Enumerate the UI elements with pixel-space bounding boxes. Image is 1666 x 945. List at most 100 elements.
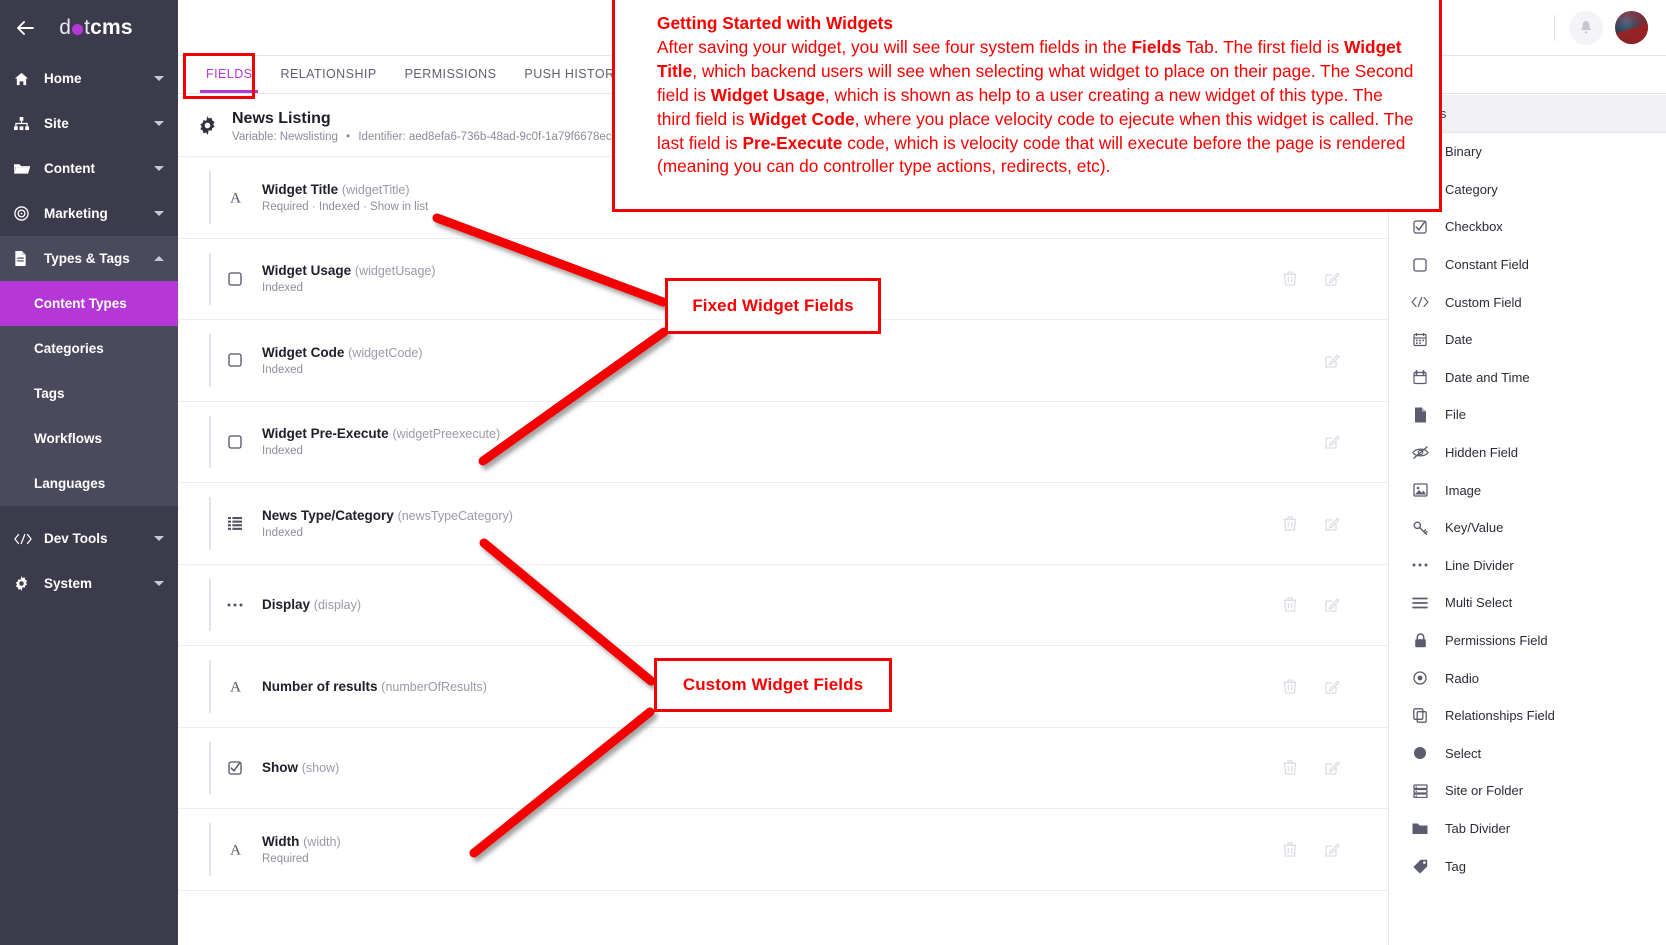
edit-icon[interactable] <box>1324 434 1340 450</box>
back-arrow-icon[interactable] <box>14 17 36 39</box>
edit-icon[interactable] <box>1324 678 1340 694</box>
field-variable: (numberOfResults) <box>381 679 487 694</box>
field-name-label: News Type/Category <box>262 507 394 523</box>
field-type-item-multi-select[interactable]: Multi Select <box>1389 584 1666 622</box>
trash-icon[interactable] <box>1282 678 1298 694</box>
field-type-item-checkbox[interactable]: Checkbox <box>1389 208 1666 246</box>
field-type-label: Category <box>1445 181 1498 197</box>
drag-handle[interactable] <box>209 497 211 550</box>
field-type-item-select[interactable]: Select <box>1389 735 1666 773</box>
trash-icon[interactable] <box>1282 515 1298 531</box>
field-type-item-tag[interactable]: Tag <box>1389 847 1666 885</box>
drag-handle[interactable] <box>209 252 211 305</box>
trash-icon[interactable] <box>1282 597 1298 613</box>
sidebar-item-marketing[interactable]: Marketing <box>0 191 178 236</box>
content-type-meta: News Listing Variable: Newslisting • Ide… <box>232 109 618 143</box>
bell-icon[interactable] <box>1569 10 1603 45</box>
field-name-label: Number of results <box>262 678 378 694</box>
drag-handle[interactable] <box>209 578 211 631</box>
field-type-item-date[interactable]: Date <box>1389 321 1666 359</box>
checkbox-icon <box>222 272 248 286</box>
edit-icon[interactable] <box>1324 352 1340 368</box>
tab-permissions[interactable]: PERMISSIONS <box>391 56 511 93</box>
field-type-item-constant-field[interactable]: Constant Field <box>1389 246 1666 284</box>
sidebar-label-workflows: Workflows <box>34 431 103 446</box>
sidebar-label-content: Content <box>44 161 95 176</box>
multi-select-icon <box>1407 597 1433 609</box>
field-type-item-site-or-folder[interactable]: Site or Folder <box>1389 772 1666 810</box>
sidebar-item-site[interactable]: Site <box>0 101 178 146</box>
field-type-item-image[interactable]: Image <box>1389 471 1666 509</box>
drag-handle[interactable] <box>209 171 211 224</box>
drag-handle[interactable] <box>209 660 211 713</box>
row-actions <box>1282 760 1388 776</box>
lock-icon <box>1407 633 1433 648</box>
row-actions <box>1282 841 1388 857</box>
field-type-item-custom-field[interactable]: Custom Field <box>1389 283 1666 321</box>
sidebar-item-types-and-tags[interactable]: Types & Tags <box>0 236 178 281</box>
sidebar-item-content[interactable]: Content <box>0 146 178 191</box>
field-name: Widget Code (widgetCode) <box>262 345 1282 360</box>
trash-icon[interactable] <box>1282 760 1298 776</box>
table-row[interactable]: News Type/Category (newsTypeCategory) Ind… <box>178 483 1388 565</box>
page-title: News Listing <box>232 109 331 127</box>
edit-icon[interactable] <box>1324 597 1340 613</box>
checkbox-checked-icon <box>1407 220 1433 234</box>
trash-icon[interactable] <box>1282 271 1298 287</box>
field-type-label: Tab Divider <box>1445 820 1511 836</box>
field-type-item-date-and-time[interactable]: Date and Time <box>1389 359 1666 397</box>
field-variable: (show) <box>301 761 340 776</box>
field-type-item-permissions-field[interactable]: Permissions Field <box>1389 622 1666 660</box>
sidebar-item-tags[interactable]: Tags <box>0 371 178 416</box>
sidebar-item-categories[interactable]: Categories <box>0 326 178 371</box>
variable-value: Newslisting <box>279 130 338 143</box>
sidebar-item-system[interactable]: System <box>0 561 178 606</box>
table-row[interactable]: Widget Pre-Execute (widgetPreexecute) Ind… <box>178 402 1388 483</box>
sidebar-item-home[interactable]: Home <box>0 56 178 101</box>
annotation-getting-started: Getting Started with Widgets After savin… <box>612 0 1442 212</box>
annotation-custom-label: Custom Widget Fields <box>682 675 864 694</box>
field-meta: Indexed <box>262 526 303 539</box>
field-variable: (widgetUsage) <box>354 264 436 279</box>
table-row[interactable]: Show (show) <box>178 728 1388 809</box>
code-icon <box>1407 296 1433 308</box>
gear-icon <box>196 115 218 137</box>
field-type-item-radio[interactable]: Radio <box>1389 659 1666 697</box>
annotation-body: After saving your widget, you will see f… <box>657 36 1421 179</box>
field-type-item-key-value[interactable]: Key/Value <box>1389 509 1666 547</box>
trash-icon[interactable] <box>1282 841 1298 857</box>
tab-relationship[interactable]: RELATIONSHIP <box>266 56 390 93</box>
key-icon <box>1407 521 1433 535</box>
field-type-item-line-divider[interactable]: Line Divider <box>1389 547 1666 585</box>
target-icon <box>14 206 36 221</box>
field-type-item-file[interactable]: File <box>1389 396 1666 434</box>
sidebar-item-workflows[interactable]: Workflows <box>0 416 178 461</box>
table-row[interactable]: A Width (width) Required <box>178 809 1388 891</box>
drag-handle[interactable] <box>209 334 211 387</box>
field-type-item-tab-divider[interactable]: Tab Divider <box>1389 810 1666 848</box>
sidebar-item-languages[interactable]: Languages <box>0 461 178 506</box>
drag-handle[interactable] <box>209 741 211 794</box>
field-name: Widget Usage (widgetUsage) <box>262 263 1282 278</box>
tab-label-permissions: PERMISSIONS <box>404 67 497 81</box>
edit-icon[interactable] <box>1324 515 1340 531</box>
edit-icon[interactable] <box>1324 760 1340 776</box>
sidebar-item-dev-tools[interactable]: Dev Tools <box>0 516 178 561</box>
sidebar-header: d t cms <box>0 0 178 56</box>
table-row[interactable]: Display (display) <box>178 565 1388 646</box>
field-type-label: Binary <box>1445 144 1482 160</box>
field-type-item-relationships-field[interactable]: Relationships Field <box>1389 697 1666 735</box>
field-name-label: Width <box>262 833 300 849</box>
edit-icon[interactable] <box>1324 841 1340 857</box>
avatar[interactable] <box>1615 11 1648 44</box>
edit-icon[interactable] <box>1324 271 1340 287</box>
field-type-item-hidden-field[interactable]: Hidden Field <box>1389 434 1666 472</box>
tab-fields[interactable]: FIELDS <box>192 56 266 93</box>
drag-handle[interactable] <box>209 415 211 468</box>
drag-handle[interactable] <box>209 823 211 876</box>
field-type-label: Checkbox <box>1445 219 1503 235</box>
identifier-label: Identifier: <box>358 130 406 143</box>
anno-b1: Fields <box>1131 36 1182 57</box>
row-actions <box>1282 515 1388 531</box>
sidebar-item-content-types[interactable]: Content Types <box>0 281 178 326</box>
